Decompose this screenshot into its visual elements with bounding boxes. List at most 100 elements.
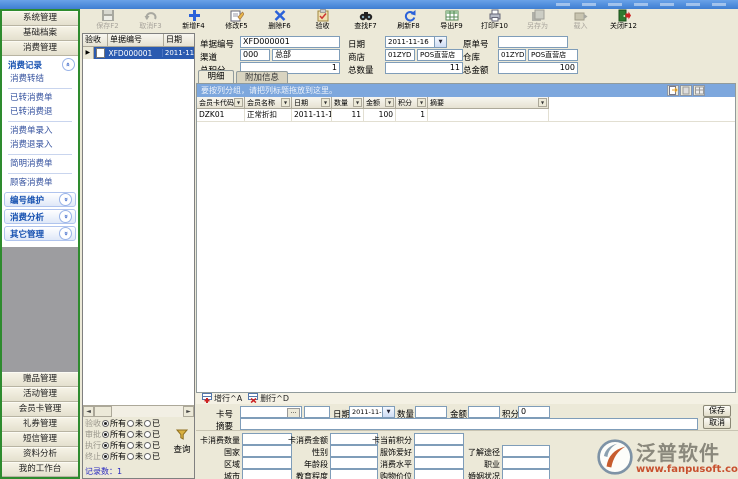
orig-no-field[interactable] bbox=[498, 36, 568, 48]
doc-no-field[interactable]: XFD000001 bbox=[240, 36, 340, 48]
sidebar-item-transferred-orders[interactable]: 已转消费单 bbox=[2, 91, 78, 105]
occupation-field[interactable] bbox=[502, 457, 550, 469]
export-button[interactable]: 导出F9 bbox=[430, 9, 473, 32]
grid-icon[interactable] bbox=[693, 85, 705, 96]
list-row-selected[interactable]: ▶ XFD000001 2011-11 bbox=[83, 47, 194, 59]
column-header-qty[interactable]: 数量▼ bbox=[332, 97, 364, 109]
radio-terminate-not[interactable]: 未 bbox=[127, 451, 143, 462]
expand-icon[interactable]: » bbox=[59, 210, 72, 223]
sidebar-group-consumption[interactable]: 消费管理 bbox=[2, 41, 78, 56]
filter-dropdown-icon[interactable]: ▼ bbox=[385, 98, 394, 107]
accept-button[interactable]: 验收 bbox=[301, 9, 344, 32]
shop-name-field[interactable]: POS直营店 bbox=[417, 49, 463, 61]
warehouse-name-field[interactable]: POS直营店 bbox=[528, 49, 578, 61]
filter-dropdown-icon[interactable]: ▼ bbox=[417, 98, 426, 107]
edit-points-field[interactable]: 0 bbox=[518, 406, 550, 418]
strip-save-button[interactable]: 保存 bbox=[703, 405, 731, 417]
card-no-field[interactable]: ... bbox=[240, 406, 302, 418]
shop-code-field[interactable]: 01ZYD bbox=[385, 49, 415, 61]
warehouse-code-field[interactable]: 01ZYD bbox=[498, 49, 526, 61]
sidebar-group-system[interactable]: 系统管理 bbox=[2, 11, 78, 26]
expand-icon[interactable]: » bbox=[59, 193, 72, 206]
tab-additional-info[interactable]: 附加信息 bbox=[236, 71, 288, 83]
column-header-points[interactable]: 积分▼ bbox=[396, 97, 428, 109]
sidebar-item-customer-order[interactable]: 顾客消费单 bbox=[2, 176, 78, 190]
add-row-button[interactable]: 增行^A bbox=[202, 393, 242, 405]
expand-icon[interactable]: » bbox=[59, 227, 72, 240]
save-button[interactable]: 保存F2 bbox=[86, 9, 129, 32]
column-header-doc-no[interactable]: 单据编号 bbox=[108, 34, 164, 47]
total-amount-field[interactable]: 100 bbox=[498, 62, 578, 74]
new-button[interactable]: 新增F4 bbox=[172, 9, 215, 32]
edit-summary-field[interactable] bbox=[240, 418, 698, 430]
chevron-down-icon[interactable]: ▼ bbox=[434, 37, 446, 47]
save-as-button[interactable]: 另存为 bbox=[516, 9, 559, 32]
filter-dropdown-icon[interactable]: ▼ bbox=[281, 98, 290, 107]
scrollbar-thumb[interactable] bbox=[94, 406, 112, 417]
radio-accept-done[interactable]: 已 bbox=[144, 418, 160, 429]
sidebar-item-consumption-transfer[interactable]: 消费转结 bbox=[2, 72, 78, 86]
total-qty-field[interactable]: 11 bbox=[385, 62, 463, 74]
column-header-date[interactable]: 日期▼ bbox=[292, 97, 332, 109]
print-button[interactable]: 打印F10 bbox=[473, 9, 516, 32]
scroll-right-icon[interactable]: ► bbox=[183, 406, 194, 417]
modify-button[interactable]: 修改F5 bbox=[215, 9, 258, 32]
channel-code-field[interactable]: 000 bbox=[240, 49, 270, 61]
radio-accept-not[interactable]: 未 bbox=[127, 418, 143, 429]
refresh-button[interactable]: 刷新F8 bbox=[387, 9, 430, 32]
radio-approve-done[interactable]: 已 bbox=[144, 429, 160, 440]
filter-dropdown-icon[interactable]: ▼ bbox=[353, 98, 362, 107]
radio-execute-all[interactable]: 所有 bbox=[102, 440, 126, 451]
sidebar-group-gifts[interactable]: 赠品管理 bbox=[2, 372, 78, 387]
column-header-summary[interactable]: 摘要▼ bbox=[428, 97, 549, 109]
sidebar-group-vouchers[interactable]: 礼券管理 bbox=[2, 417, 78, 432]
column-header-accept[interactable]: 验收 bbox=[83, 34, 108, 47]
copy-icon[interactable] bbox=[680, 85, 692, 96]
filter-dropdown-icon[interactable]: ▼ bbox=[234, 98, 243, 107]
sidebar-group-basic-archives[interactable]: 基础档案 bbox=[2, 26, 78, 41]
filter-dropdown-icon[interactable]: ▼ bbox=[538, 98, 547, 107]
date-combo[interactable]: 2011-11-16▼ bbox=[385, 36, 447, 48]
collapse-icon[interactable]: » bbox=[62, 58, 75, 71]
column-header-date[interactable]: 日期 bbox=[164, 34, 194, 47]
window-titlebar[interactable] bbox=[0, 0, 738, 9]
radio-terminate-done[interactable]: 已 bbox=[144, 451, 160, 462]
delete-button[interactable]: 删除F6 bbox=[258, 9, 301, 32]
delete-row-button[interactable]: 删行^D bbox=[248, 393, 289, 405]
column-header-member-name[interactable]: 会员名称▼ bbox=[245, 97, 292, 109]
query-button[interactable]: 查询 bbox=[170, 418, 194, 466]
browse-button[interactable]: ... bbox=[287, 408, 300, 418]
sidebar-group-consumption-analysis[interactable]: 消费分析 » bbox=[4, 209, 76, 224]
sidebar-group-other-management[interactable]: 其它管理 » bbox=[4, 226, 76, 241]
radio-accept-all[interactable]: 所有 bbox=[102, 418, 126, 429]
sidebar-group-activities[interactable]: 活动管理 bbox=[2, 387, 78, 402]
accept-checkbox[interactable] bbox=[96, 48, 106, 58]
radio-approve-all[interactable]: 所有 bbox=[102, 429, 126, 440]
horizontal-scrollbar[interactable]: ◄ ► bbox=[83, 405, 194, 417]
column-header-amount[interactable]: 金额▼ bbox=[364, 97, 396, 109]
find-button[interactable]: 查找F7 bbox=[344, 9, 387, 32]
scroll-left-icon[interactable]: ◄ bbox=[83, 406, 94, 417]
sidebar-item-return-entry[interactable]: 消费退录入 bbox=[2, 138, 78, 152]
marital-status-field[interactable] bbox=[502, 469, 550, 479]
chevron-down-icon[interactable]: ▼ bbox=[382, 407, 394, 417]
radio-approve-not[interactable]: 未 bbox=[127, 429, 143, 440]
tab-detail[interactable]: 明细 bbox=[198, 70, 234, 83]
edit-date-combo[interactable]: 2011-11-17▼ bbox=[349, 406, 395, 418]
radio-execute-not[interactable]: 未 bbox=[127, 440, 143, 451]
logo-url[interactable]: www.fanpusoft.com bbox=[636, 464, 738, 475]
sidebar-group-my-workbench[interactable]: 我的工作台 bbox=[2, 462, 78, 477]
sidebar-item-concise-order[interactable]: 简明消费单 bbox=[2, 157, 78, 171]
sidebar-item-order-entry[interactable]: 消费单录入 bbox=[2, 124, 78, 138]
strip-cancel-button[interactable]: 取消 bbox=[703, 417, 731, 429]
close-button[interactable]: 关闭F12 bbox=[602, 9, 645, 32]
sidebar-group-number-maintenance[interactable]: 编号维护 » bbox=[4, 192, 76, 207]
detail-grid-row[interactable]: DZK01 正常折扣 2011-11-1 11 100 1 bbox=[197, 109, 735, 122]
load-button[interactable]: 载入 bbox=[559, 9, 602, 32]
export-page-icon[interactable] bbox=[667, 85, 679, 96]
group-by-bar[interactable]: 要按列分组，请把列标题拖放到这里。 bbox=[197, 84, 735, 97]
referral-field[interactable] bbox=[502, 445, 550, 457]
sidebar-item-transferred-returns[interactable]: 已转消费退 bbox=[2, 105, 78, 119]
channel-name-field[interactable]: 总部 bbox=[272, 49, 340, 61]
sidebar-group-consumption-records[interactable]: 消费记录 » bbox=[2, 57, 78, 72]
